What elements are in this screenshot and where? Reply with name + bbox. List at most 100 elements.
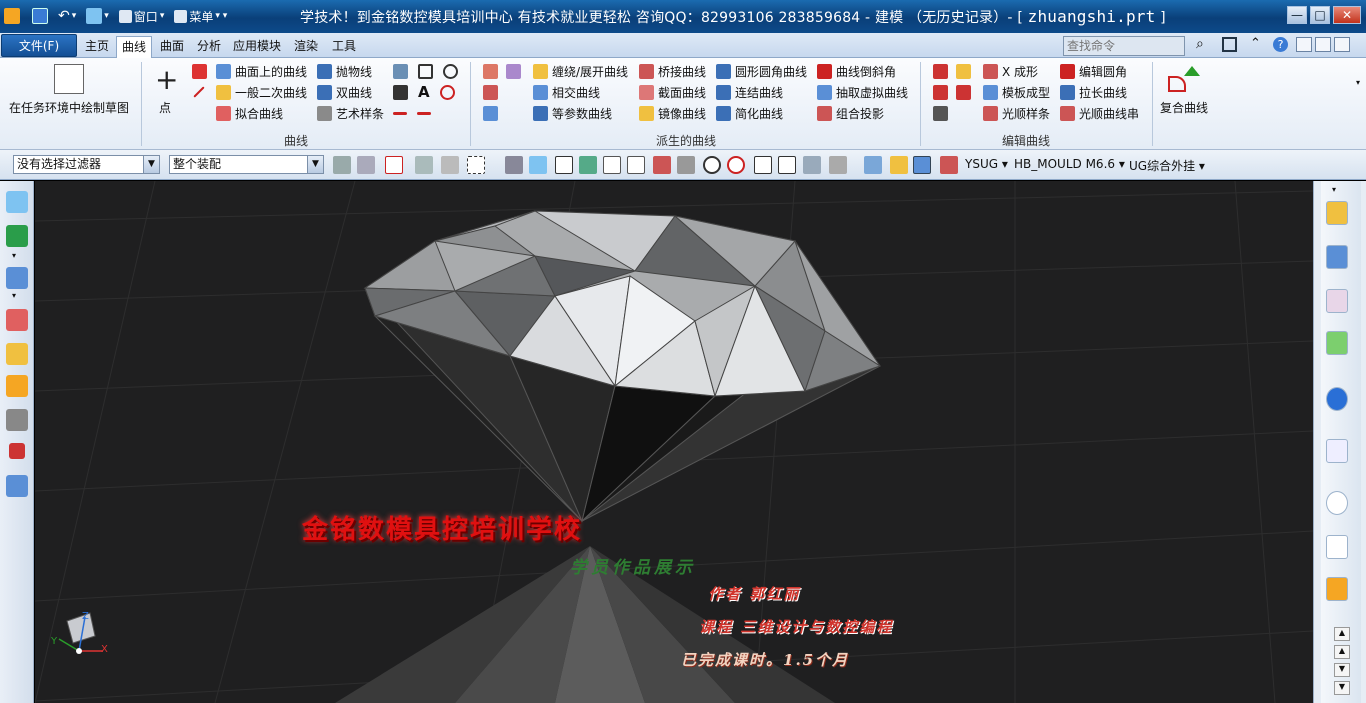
intersection-curve-button[interactable]: 相交曲线 xyxy=(533,83,600,101)
tab-surface[interactable]: 曲面 xyxy=(155,36,189,58)
component-filter-icon[interactable] xyxy=(333,156,351,174)
block-icon[interactable] xyxy=(6,375,28,397)
point-button[interactable]: 点 xyxy=(159,98,171,116)
point-on-surface-icon[interactable] xyxy=(803,156,821,174)
intersection-point-icon[interactable] xyxy=(677,156,695,174)
ysug-icon[interactable] xyxy=(940,156,958,174)
bridge-curve-button[interactable]: 桥接曲线 xyxy=(639,62,706,80)
hb-mould-menu[interactable]: HB_MOULD M6.6 ▾ xyxy=(1014,157,1125,171)
chevron-down-icon[interactable]: ▾ xyxy=(12,291,16,300)
simplify-curve-button[interactable]: 简化曲线 xyxy=(716,104,783,122)
hd3d-icon[interactable] xyxy=(1326,387,1348,411)
x-form-button[interactable]: X 成形 xyxy=(983,62,1038,80)
circular-fillet-curve-button[interactable]: 圆形圆角曲线 xyxy=(716,62,807,80)
chevron-down-icon[interactable]: ▾ xyxy=(1332,185,1336,194)
maximize-button[interactable]: □ xyxy=(1310,6,1330,24)
assembly-navigator-icon[interactable] xyxy=(1326,201,1348,225)
fullscreen-icon[interactable] xyxy=(1222,37,1237,52)
combined-projection-button[interactable]: 组合投影 xyxy=(817,104,884,122)
file-menu-button[interactable]: 文件(F) xyxy=(1,34,77,57)
undo-icon[interactable]: ↶ xyxy=(58,8,70,24)
primitive-shape-icon[interactable] xyxy=(6,225,28,247)
tab-analysis[interactable]: 分析 xyxy=(192,36,226,58)
assembly-icon[interactable] xyxy=(6,409,28,431)
box-icon[interactable] xyxy=(6,475,28,497)
history-icon[interactable] xyxy=(1326,491,1348,515)
constraint-navigator-icon[interactable] xyxy=(1326,245,1348,269)
paint-icon[interactable] xyxy=(913,156,931,174)
ribbon-item[interactable] xyxy=(933,83,971,101)
wrap-unwrap-button[interactable]: 缠绕/展开曲线 xyxy=(533,62,628,80)
help-icon[interactable]: ? xyxy=(1273,37,1288,52)
mirror-curve-button[interactable]: 镜像曲线 xyxy=(639,104,706,122)
isoparametric-curve-button[interactable]: 等参数曲线 xyxy=(533,104,612,122)
bounded-grid-icon[interactable] xyxy=(829,156,847,174)
ribbon-item[interactable] xyxy=(393,62,458,80)
doc-close-icon[interactable] xyxy=(1334,37,1350,52)
composite-curve-button[interactable]: 复合曲线 xyxy=(1160,98,1208,116)
sketch-icon[interactable] xyxy=(54,64,84,94)
close-button[interactable]: ✕ xyxy=(1333,6,1361,24)
ribbon-item[interactable] xyxy=(483,104,498,122)
scroll-down-icon[interactable]: ▼ xyxy=(1334,663,1350,677)
window-dropdown-icon[interactable]: ▾ xyxy=(160,11,165,21)
tab-render[interactable]: 渲染 xyxy=(289,36,323,58)
filter-icon[interactable] xyxy=(441,156,459,174)
smooth-curve-string-button[interactable]: 光顺曲线串 xyxy=(1060,104,1139,122)
midpoint-snap-icon[interactable] xyxy=(627,156,645,174)
composite-curve-icon[interactable] xyxy=(1168,66,1200,94)
scroll-up-icon[interactable]: ▲ xyxy=(1334,627,1350,641)
roles-icon[interactable] xyxy=(1326,577,1348,601)
window-menu[interactable]: 窗口 xyxy=(134,8,158,25)
solid-select-icon[interactable] xyxy=(505,156,523,174)
minimize-button[interactable]: — xyxy=(1287,6,1307,24)
ribbon-item[interactable]: A xyxy=(393,83,455,101)
point-icon[interactable]: + xyxy=(155,66,178,94)
revolve-icon[interactable] xyxy=(6,309,28,331)
stretch-curve-button[interactable]: 拉长曲线 xyxy=(1060,83,1127,101)
rectangle-select-icon[interactable] xyxy=(467,156,485,174)
general-conic-button[interactable]: 一般二次曲线 xyxy=(216,83,307,101)
menu-button[interactable]: 菜单 xyxy=(189,8,213,25)
sketch-in-task-button[interactable]: 在任务环境中绘制草图 xyxy=(9,98,129,116)
view-icon[interactable] xyxy=(864,156,882,174)
graphics-viewport[interactable]: 金铭数模具控培训学校 学员作品展示 作者 郭红丽 课程 三维设计与数控编程 已完… xyxy=(35,181,1313,703)
arc-center-icon[interactable] xyxy=(703,156,721,174)
selection-scope-icon[interactable] xyxy=(357,156,375,174)
ribbon-item[interactable] xyxy=(483,62,521,80)
face-select-icon[interactable] xyxy=(579,156,597,174)
quadrant-point-icon[interactable] xyxy=(727,156,745,174)
tab-tools[interactable]: 工具 xyxy=(327,36,361,58)
control-point-icon[interactable] xyxy=(653,156,671,174)
selection-filter-combo[interactable]: 没有选择过滤器 ▼ xyxy=(13,155,160,174)
section-curve-button[interactable]: 截面曲线 xyxy=(639,83,706,101)
ribbon-item[interactable] xyxy=(192,83,206,101)
menu-dropdown-icon[interactable]: ▾ ▾ xyxy=(215,11,227,21)
edit-fillet-button[interactable]: 编辑圆角 xyxy=(1060,62,1127,80)
curve-chamfer-button[interactable]: 曲线倒斜角 xyxy=(817,62,896,80)
ribbon-item[interactable] xyxy=(933,62,971,80)
ribbon-item[interactable] xyxy=(483,83,498,101)
body-select-icon[interactable] xyxy=(529,156,547,174)
curve-on-surface-button[interactable]: 曲面上的曲线 xyxy=(216,62,307,80)
layer-icon[interactable] xyxy=(890,156,908,174)
fit-curve-button[interactable]: 拟合曲线 xyxy=(216,104,283,122)
inx5-icon[interactable] xyxy=(9,443,25,459)
existing-point-icon[interactable] xyxy=(754,156,772,174)
tab-home[interactable]: 主页 xyxy=(80,36,114,58)
surface-icon[interactable] xyxy=(6,343,28,365)
ysug-menu[interactable]: YSUG ▾ xyxy=(965,157,1008,171)
point-on-curve-icon[interactable] xyxy=(778,156,796,174)
extrude-icon[interactable] xyxy=(6,267,28,289)
command-search-input[interactable] xyxy=(1063,36,1185,56)
ribbon-item[interactable] xyxy=(393,104,431,122)
selection-dropdown-icon[interactable]: ▾ xyxy=(104,11,109,21)
ribbon-item[interactable] xyxy=(933,104,948,122)
scroll-down-icon[interactable]: ▼ xyxy=(1334,681,1350,695)
parabola-button[interactable]: 抛物线 xyxy=(317,62,372,80)
tab-application[interactable]: 应用模块 xyxy=(228,36,286,58)
web-browser-icon[interactable] xyxy=(1326,439,1348,463)
reuse-library-icon[interactable] xyxy=(1326,331,1348,355)
select-all-icon[interactable] xyxy=(555,156,573,174)
selection-icon[interactable] xyxy=(86,8,103,24)
